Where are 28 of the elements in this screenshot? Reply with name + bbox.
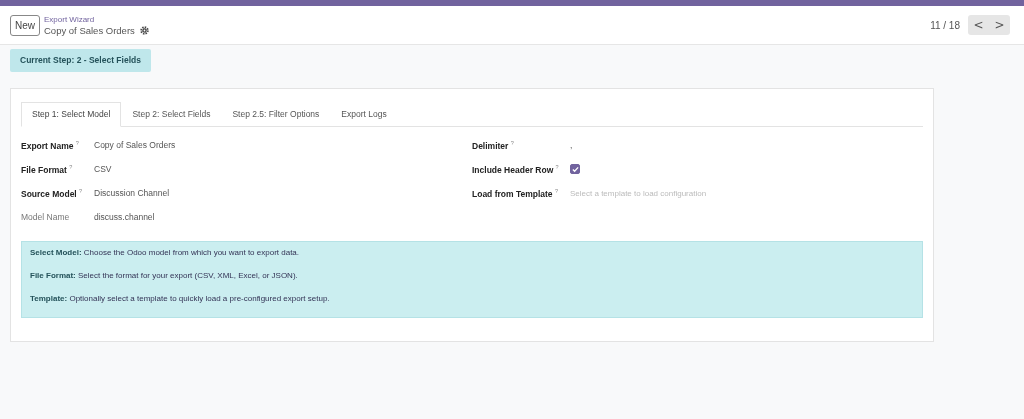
pager-value: 11 / 18	[930, 19, 960, 31]
record-title: Copy of Sales Orders	[44, 25, 135, 36]
field-value: discuss.channel	[94, 212, 155, 222]
field-label: Delimiter $^{?}$	[472, 139, 515, 151]
tab[interactable]: Step 2.5: Filter Options	[221, 102, 331, 127]
field-label: Load from Template $^{?}$	[472, 187, 560, 199]
field-value: Copy of Sales Orders	[94, 140, 176, 150]
tab[interactable]: Export Logs	[330, 102, 398, 127]
gear-icon[interactable]	[139, 26, 149, 35]
field-label: File Format $^{?}$	[21, 163, 74, 175]
field-value: CSV	[94, 164, 112, 174]
breadcrumb-link[interactable]: Export Wizard	[44, 14, 149, 25]
field-label: Include Header Row $^{?}$	[472, 163, 560, 175]
new-button[interactable]: New	[10, 14, 40, 36]
help-text: Select Model: Choose the Odoo model from which you want to export data.	[30, 247, 301, 259]
field-label: Source Model $^{?}$	[21, 187, 84, 199]
next-button[interactable]: >	[989, 15, 1010, 35]
tab[interactable]: Step 2: Select Fields	[121, 102, 222, 127]
field-value: ,	[570, 140, 573, 150]
current-step-badge: Current Step: 2 - Select Fields	[10, 49, 151, 72]
help-text: File Format: Select the format for your export (CSV, XML, Excel, or JSON).	[30, 270, 299, 282]
field-label: Export Name $^{?}$	[21, 139, 80, 151]
previous-button[interactable]: <	[968, 15, 989, 35]
field-label: Model Name	[21, 212, 71, 222]
tab[interactable]: Step 1: Select Model	[21, 102, 122, 127]
help-text: Template: Optionally select a template to quickly load a pre-configured export setup.	[30, 293, 331, 305]
field-value: Discussion Channel	[94, 188, 170, 198]
checkbox[interactable]	[570, 164, 580, 174]
